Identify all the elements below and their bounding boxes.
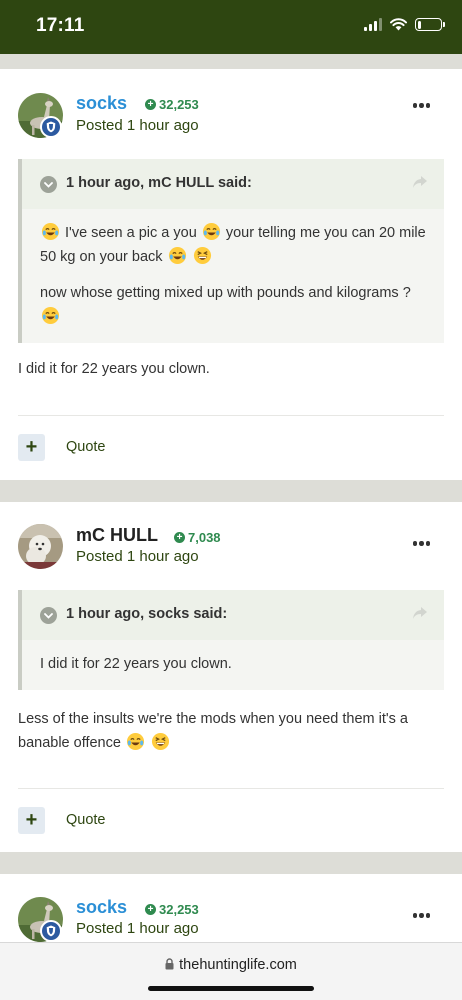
home-indicator[interactable] xyxy=(148,986,314,991)
battery-level xyxy=(417,20,421,29)
grinning-squinting-emoji xyxy=(193,246,211,265)
grinning-squinting-emoji xyxy=(151,732,170,751)
reputation-count[interactable]: + 32,253 xyxy=(145,97,199,112)
battery-icon xyxy=(415,18,445,31)
post-header: mC HULL + 7,038 Posted 1 hour ago xyxy=(0,502,462,598)
chevron-down-icon[interactable] xyxy=(40,607,57,624)
reputation-value: 7,038 xyxy=(188,530,221,545)
cellular-signal-icon xyxy=(364,18,382,31)
post-date[interactable]: Posted 1 hour ago xyxy=(76,117,199,134)
url-text: thehuntinglife.com xyxy=(179,957,297,973)
post-date[interactable]: Posted 1 hour ago xyxy=(76,920,199,937)
tears-of-joy-emoji xyxy=(202,222,220,241)
quote-text: I did it for 22 years you clown. xyxy=(40,656,232,672)
post-text: Less of the insults we're the mods when … xyxy=(18,711,408,751)
quote-button[interactable]: Quote xyxy=(66,812,106,828)
tears-of-joy-emoji xyxy=(126,732,145,751)
reputation-value: 32,253 xyxy=(159,902,199,917)
tears-of-joy-emoji xyxy=(168,246,186,265)
share-arrow-icon[interactable] xyxy=(412,606,428,620)
post-content: Less of the insults we're the mods when … xyxy=(18,707,444,755)
post-date[interactable]: Posted 1 hour ago xyxy=(76,548,199,565)
status-icons xyxy=(364,18,445,31)
ellipsis-icon[interactable] xyxy=(412,541,430,546)
author-name[interactable]: mC HULL xyxy=(76,525,158,546)
tears-of-joy-emoji xyxy=(41,306,60,325)
quote-paragraph: now whose getting mixed up with pounds a… xyxy=(40,281,426,329)
reputation-count[interactable]: + 7,038 xyxy=(174,530,221,545)
forum-post: socks + 32,253 Posted 1 hour ago 1 hour … xyxy=(0,69,462,480)
quote-text: now whose getting mixed up with pounds a… xyxy=(40,285,411,301)
plus-circle-icon: + xyxy=(145,904,156,915)
plus-icon[interactable]: + xyxy=(18,807,45,834)
wifi-icon xyxy=(390,18,407,31)
browser-address-bar: thehuntinglife.com xyxy=(0,942,462,1000)
reputation-value: 32,253 xyxy=(159,97,199,112)
ellipsis-icon[interactable] xyxy=(412,103,430,108)
post-header: socks + 32,253 Posted 1 hour ago xyxy=(0,69,462,165)
forum-post: mC HULL + 7,038 Posted 1 hour ago 1 hour… xyxy=(0,502,462,852)
status-bar: 17:11 xyxy=(0,0,462,54)
quote-header: 1 hour ago, socks said: xyxy=(22,590,444,640)
quote-paragraph: I did it for 22 years you clown. xyxy=(40,652,426,676)
plus-circle-icon: + xyxy=(174,532,185,543)
author-name[interactable]: socks xyxy=(76,93,127,114)
lock-icon xyxy=(165,958,174,970)
quote-body: I've seen a pic a you your telling me yo… xyxy=(22,209,444,343)
moderator-shield-badge xyxy=(40,920,62,942)
forum-post: socks + 32,253 Posted 1 hour ago xyxy=(0,874,462,944)
quote-citation: 1 hour ago, mC HULL said: xyxy=(66,175,252,191)
quote-citation: 1 hour ago, socks said: xyxy=(66,606,228,622)
quote-body: I did it for 22 years you clown. xyxy=(22,640,444,690)
tears-of-joy-emoji xyxy=(41,222,60,241)
share-arrow-icon[interactable] xyxy=(412,175,428,189)
url-display[interactable]: thehuntinglife.com xyxy=(0,957,462,973)
post-divider xyxy=(18,415,444,416)
quote-paragraph: I've seen a pic a you your telling me yo… xyxy=(40,221,426,269)
quote-header: 1 hour ago, mC HULL said: xyxy=(22,159,444,209)
status-time: 17:11 xyxy=(36,15,85,36)
moderator-shield-badge xyxy=(40,116,62,138)
post-divider xyxy=(18,788,444,789)
plus-circle-icon: + xyxy=(145,99,156,110)
ellipsis-icon[interactable] xyxy=(412,913,430,918)
author-name[interactable]: socks xyxy=(76,897,127,918)
quote-block: 1 hour ago, mC HULL said: I've seen a pi… xyxy=(18,159,444,343)
quote-block: 1 hour ago, socks said: I did it for 22 … xyxy=(18,590,444,690)
plus-icon[interactable]: + xyxy=(18,434,45,461)
reputation-count[interactable]: + 32,253 xyxy=(145,902,199,917)
quote-text: I've seen a pic a you xyxy=(65,225,197,241)
quote-button[interactable]: Quote xyxy=(66,439,106,455)
white-dog-avatar xyxy=(18,524,63,569)
post-content: I did it for 22 years you clown. xyxy=(18,361,210,377)
chevron-down-icon[interactable] xyxy=(40,176,57,193)
author-avatar[interactable] xyxy=(18,524,63,569)
